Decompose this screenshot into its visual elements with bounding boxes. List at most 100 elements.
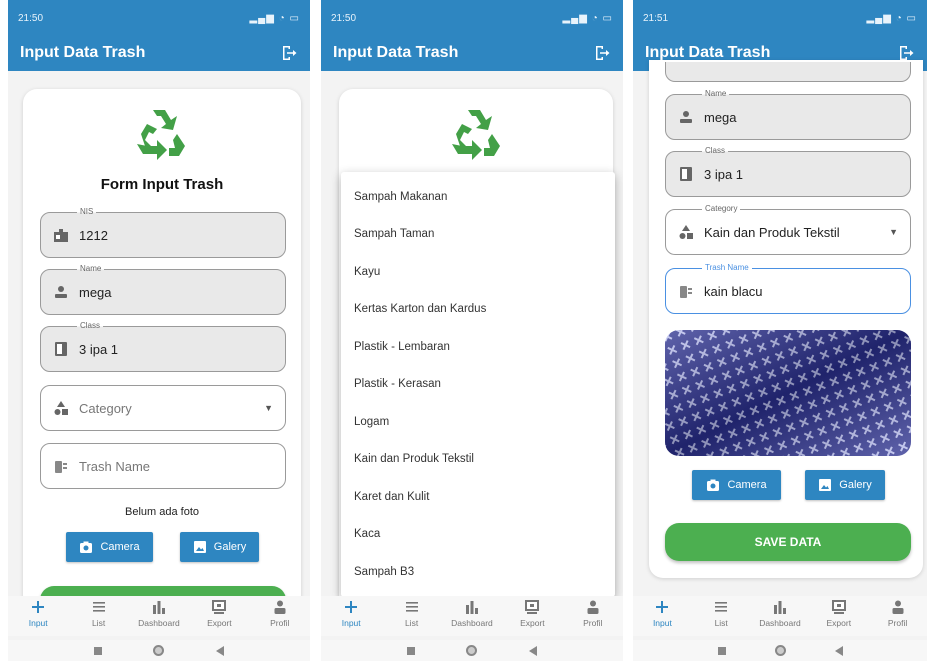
system-nav — [633, 640, 927, 661]
trash-icon — [53, 458, 69, 474]
camera-button[interactable]: Camera — [66, 532, 153, 562]
name-value: mega — [79, 284, 112, 300]
dropdown-option[interactable]: Plastik - Lembaran — [341, 328, 615, 366]
person-icon — [53, 284, 69, 300]
dropdown-option[interactable]: Karet dan Kulit — [341, 478, 615, 516]
category-label: Category — [702, 204, 741, 214]
nav-list[interactable]: List — [385, 599, 439, 628]
nis-field[interactable]: NIS 1212 — [40, 207, 286, 258]
save-data-button[interactable]: SAVE DATA — [665, 523, 911, 561]
nav-export[interactable]: Export — [505, 599, 559, 628]
phone-screen-filled: 21:51 ▂▄▆ ◔ ▭ Input Data Trash Name mega… — [633, 0, 927, 661]
home-icon[interactable] — [153, 645, 165, 656]
recents-icon[interactable] — [93, 646, 102, 655]
list-icon — [713, 599, 729, 615]
dropdown-option[interactable]: Kertas Karton dan Kardus — [341, 291, 615, 329]
home-icon[interactable] — [466, 645, 478, 656]
class-field[interactable]: Class 3 ipa 1 — [40, 321, 286, 372]
form-title: Form Input Trash — [100, 176, 224, 193]
nav-list[interactable]: List — [72, 599, 126, 628]
nis-value: 1212 — [79, 227, 108, 243]
nav-dashboard[interactable]: Dashboard — [445, 599, 499, 628]
home-icon[interactable] — [774, 645, 786, 656]
gallery-button[interactable]: Galery — [805, 470, 885, 500]
category-icon — [53, 400, 69, 416]
dropdown-option[interactable]: Kayu — [341, 253, 615, 291]
camera-label: Camera — [727, 479, 767, 491]
dropdown-option[interactable]: Logam — [341, 403, 615, 441]
chart-icon — [464, 599, 480, 615]
bottom-nav: Input List Dashboard Export Profil — [8, 596, 310, 636]
trash-photo — [665, 330, 911, 456]
system-nav — [321, 640, 623, 661]
nav-profil[interactable]: Profil — [871, 599, 925, 628]
camera-button[interactable]: Camera — [692, 470, 781, 500]
image-icon — [818, 478, 832, 492]
recents-icon[interactable] — [406, 646, 415, 655]
export-icon — [831, 599, 847, 615]
trash-name-input[interactable]: Trash Name — [40, 443, 286, 489]
category-value: Kain dan Produk Tekstil — [704, 224, 840, 240]
dropdown-option[interactable]: Sampah B3 — [341, 553, 615, 591]
dropdown-option[interactable]: Kain dan Produk Tekstil — [341, 441, 615, 479]
trash-hint: Trash Name — [79, 458, 151, 474]
dropdown-option[interactable]: Sampah Makanan — [341, 178, 615, 216]
list-icon — [91, 599, 107, 615]
logout-icon[interactable] — [593, 44, 611, 62]
camera-icon — [79, 540, 93, 554]
nav-list[interactable]: List — [694, 599, 748, 628]
category-icon — [678, 224, 694, 240]
nav-profil[interactable]: Profil — [253, 599, 307, 628]
nav-dashboard[interactable]: Dashboard — [753, 599, 807, 628]
book-icon — [678, 166, 694, 182]
camera-label: Camera — [100, 541, 140, 553]
nav-input[interactable]: Input — [635, 599, 689, 628]
trash-name-input[interactable]: Trash Name kain blacu — [665, 263, 911, 314]
status-time: 21:50 — [18, 12, 44, 24]
dropdown-option[interactable]: Sampah Taman — [341, 216, 615, 254]
person-icon — [678, 109, 694, 125]
person-icon — [585, 599, 601, 615]
nav-input[interactable]: Input — [11, 599, 65, 628]
gallery-button[interactable]: Galery — [180, 532, 259, 562]
image-icon — [193, 540, 207, 554]
nav-export[interactable]: Export — [192, 599, 246, 628]
dropdown-option[interactable]: Kaca — [341, 516, 615, 554]
phone-screen-dropdown: 21:50 ▂▄▆ ◔ ▭ Input Data Trash Sampah Ma… — [321, 0, 623, 661]
trash-label: Trash Name — [702, 263, 752, 273]
list-icon — [404, 599, 420, 615]
name-label: Name — [77, 264, 105, 274]
nis-field-partial[interactable] — [665, 62, 911, 82]
save-label: SAVE DATA — [754, 535, 822, 549]
app-bar: Input Data Trash — [8, 35, 310, 71]
back-icon[interactable] — [529, 645, 538, 656]
status-bar: 21:51 ▂▄▆ ◔ ▭ — [633, 0, 927, 36]
back-icon[interactable] — [216, 645, 225, 656]
plus-icon — [654, 599, 670, 615]
form-card: Form Input Trash NIS 1212 Name mega Clas… — [23, 89, 301, 609]
bottom-nav: Input List Dashboard Export Profil — [321, 596, 623, 636]
badge-icon — [53, 227, 69, 243]
class-field[interactable]: Class 3 ipa 1 — [665, 146, 911, 197]
recents-icon[interactable] — [717, 646, 726, 655]
category-dropdown-menu: Sampah Makanan Sampah Taman Kayu Kertas … — [341, 172, 615, 597]
name-field[interactable]: Name mega — [665, 89, 911, 140]
status-time: 21:51 — [643, 12, 669, 24]
nis-label: NIS — [77, 207, 97, 217]
nav-dashboard[interactable]: Dashboard — [132, 599, 186, 628]
status-icons: ▂▄▆ ◔ ▭ — [249, 12, 300, 24]
category-select[interactable]: Category Kain dan Produk Tekstil ▼ — [665, 204, 911, 255]
bottom-nav: Input List Dashboard Export Profil — [633, 596, 927, 636]
nav-export[interactable]: Export — [812, 599, 866, 628]
nav-profil[interactable]: Profil — [566, 599, 620, 628]
name-field[interactable]: Name mega — [40, 264, 286, 315]
nav-input[interactable]: Input — [324, 599, 378, 628]
status-bar: 21:50 ▂▄▆ ◔ ▭ — [8, 0, 310, 36]
plus-icon — [343, 599, 359, 615]
class-label: Class — [77, 321, 104, 331]
logout-icon[interactable] — [280, 44, 298, 62]
plus-icon — [30, 599, 46, 615]
category-select[interactable]: Category ▼ — [40, 385, 286, 431]
dropdown-option[interactable]: Plastik - Kerasan — [341, 366, 615, 404]
back-icon[interactable] — [834, 645, 843, 656]
